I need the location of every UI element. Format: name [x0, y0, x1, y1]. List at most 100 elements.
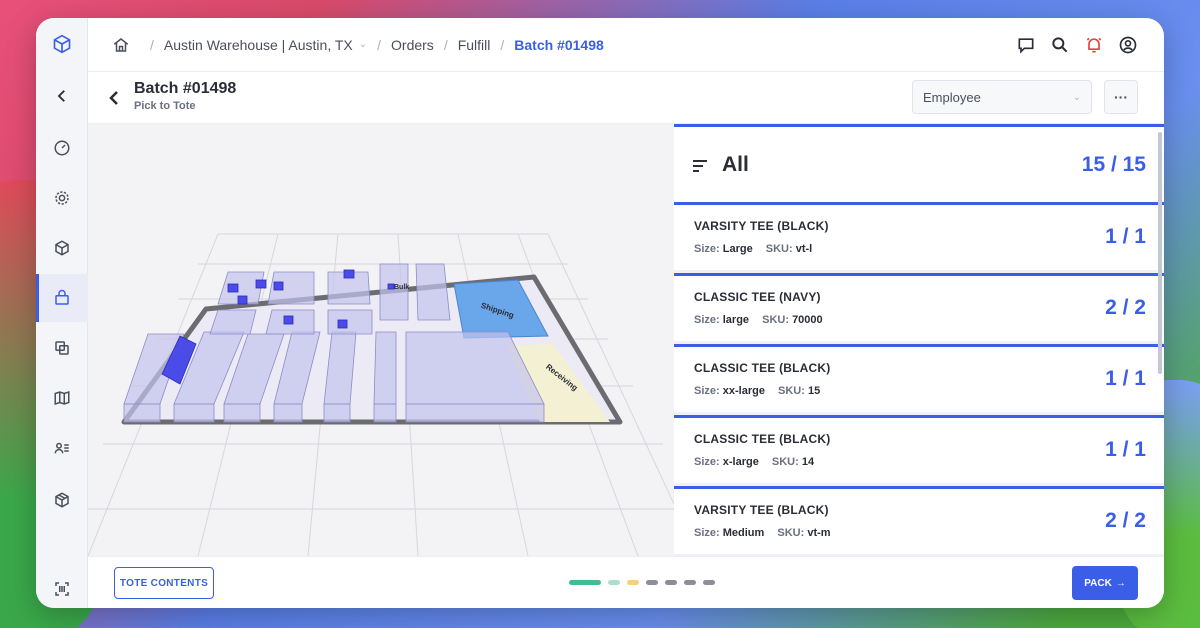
pick-item-meta: Size: Large SKU: vt-l: [694, 243, 822, 255]
sidebar-item-users[interactable]: [36, 424, 88, 472]
sidebar-item-settings[interactable]: [36, 174, 88, 222]
pick-item-size: xx-large: [722, 385, 765, 397]
step-indicator: [627, 580, 639, 585]
pick-item-sku: vt-m: [807, 527, 831, 539]
pick-item-card[interactable]: VARSITY TEE (BLACK) Size: Large SKU: vt-…: [674, 202, 1164, 270]
search-icon[interactable]: [1050, 35, 1070, 55]
pick-item-size: x-large: [722, 456, 759, 468]
sku-key: SKU:: [765, 243, 793, 255]
sku-key: SKU:: [778, 385, 805, 397]
step-indicator: [665, 580, 677, 585]
pick-item-count: 1 / 1: [1105, 225, 1146, 248]
bell-icon[interactable]: [1084, 35, 1104, 55]
pack-button[interactable]: PACK →: [1072, 566, 1138, 600]
bulk-zone-label: Bulk: [394, 284, 409, 291]
pick-item-size: large: [722, 314, 750, 326]
pick-item-card[interactable]: VARSITY TEE (BLACK) Size: Medium SKU: vt…: [674, 486, 1164, 554]
employee-select-value: Employee: [923, 89, 981, 105]
sidebar-item-packages[interactable]: [36, 476, 88, 524]
pick-list-summary[interactable]: All 15 / 15: [674, 124, 1164, 202]
pick-item-count: 1 / 1: [1105, 367, 1146, 390]
pick-item-sku: vt-l: [795, 243, 813, 255]
chat-icon[interactable]: [1016, 35, 1036, 55]
pick-list-total-count: 15 / 15: [1081, 153, 1146, 176]
more-options-button[interactable]: ···: [1104, 80, 1138, 114]
step-indicator: [684, 580, 696, 585]
pick-item-name: VARSITY TEE (BLACK): [694, 219, 829, 233]
arrow-right-icon: →: [1115, 577, 1126, 589]
step-indicator: [608, 580, 620, 585]
size-key: Size:: [694, 243, 720, 255]
pick-list-panel: All 15 / 15 VARSITY TEE (BLACK) Size: La…: [674, 124, 1164, 556]
home-icon[interactable]: [112, 36, 130, 54]
package-icon: [55, 492, 69, 508]
pick-item-size: Medium: [722, 527, 765, 539]
inventory-box-icon: [55, 240, 69, 256]
step-indicator: [646, 580, 658, 585]
app-window: / Austin Warehouse | Austin, TX ⌄ / Orde…: [36, 18, 1164, 608]
size-key: Size:: [694, 527, 720, 539]
pick-item-card[interactable]: CLASSIC TEE (NAVY) Size: large SKU: 7000…: [674, 273, 1164, 341]
fulfill-bag-icon: [55, 289, 69, 305]
pick-item-count: 1 / 1: [1105, 438, 1146, 461]
pick-item-meta: Size: large SKU: 70000: [694, 314, 833, 326]
pick-item-name: VARSITY TEE (BLACK): [694, 503, 829, 517]
page-subtitle: Pick to Tote: [134, 100, 196, 112]
app-logo[interactable]: [36, 18, 88, 70]
breadcrumb-separator: /: [443, 36, 448, 53]
breadcrumb-location[interactable]: Austin Warehouse | Austin, TX: [164, 37, 353, 53]
chevron-left-icon: [57, 90, 65, 102]
pack-button-label: PACK: [1084, 577, 1112, 589]
pick-item-meta: Size: x-large SKU: 14: [694, 456, 824, 468]
sidebar-item-inventory[interactable]: [36, 224, 88, 272]
map-icon: [54, 390, 70, 406]
size-key: Size:: [694, 385, 720, 397]
size-key: Size:: [694, 314, 720, 326]
pick-item-size: Large: [722, 243, 753, 255]
footer-bar: TOTE CONTENTS PACK →: [88, 556, 1164, 608]
filter-lines-icon[interactable]: [692, 159, 708, 173]
pick-list-scrollbar[interactable]: [1158, 132, 1162, 374]
sidebar-collapse-button[interactable]: [36, 72, 88, 120]
sku-key: SKU:: [771, 456, 799, 468]
sidebar-item-fulfill[interactable]: [36, 274, 88, 322]
breadcrumb-separator: /: [377, 36, 382, 53]
warehouse-map-canvas[interactable]: Shipping Receiving Bulk: [88, 124, 674, 556]
sku-key: SKU:: [762, 314, 789, 326]
pick-item-card[interactable]: CLASSIC TEE (BLACK) Size: xx-large SKU: …: [674, 344, 1164, 412]
breadcrumb-orders[interactable]: Orders: [391, 37, 434, 53]
back-arrow-icon[interactable]: [106, 88, 122, 108]
sidebar: [36, 18, 88, 608]
pick-item-meta: Size: Medium SKU: vt-m: [694, 527, 841, 539]
breadcrumb-separator: /: [500, 36, 505, 53]
transfer-icon: [55, 341, 69, 355]
pick-item-name: CLASSIC TEE (BLACK): [694, 432, 831, 446]
sidebar-item-dashboard[interactable]: [36, 124, 88, 172]
breadcrumb-separator: /: [150, 36, 154, 53]
step-indicator: [569, 580, 601, 585]
step-progress: [569, 580, 715, 585]
sidebar-item-map[interactable]: [36, 374, 88, 422]
page-title: Batch #01498: [134, 80, 237, 97]
breadcrumb-fulfill[interactable]: Fulfill: [458, 37, 491, 53]
pick-item-count: 2 / 2: [1105, 296, 1146, 319]
pick-list-filter-label: All: [722, 153, 749, 176]
pick-item-sku: 15: [807, 385, 821, 397]
sidebar-item-transfers[interactable]: [36, 324, 88, 372]
sku-key: SKU:: [777, 527, 805, 539]
chevron-down-icon[interactable]: ⌄: [359, 39, 367, 50]
step-indicator: [703, 580, 715, 585]
page-header: Batch #01498 Pick to Tote Employee ⌄ ···: [88, 72, 1164, 124]
breadcrumb-batch: Batch #01498: [514, 36, 604, 53]
pick-item-card[interactable]: CLASSIC TEE (BLACK) Size: x-large SKU: 1…: [674, 415, 1164, 483]
warehouse-map[interactable]: Shipping Receiving Bulk: [88, 124, 674, 556]
pick-item-sku: 70000: [792, 314, 823, 326]
account-icon[interactable]: [1118, 35, 1138, 55]
pick-item-sku: 14: [801, 456, 815, 468]
employee-select[interactable]: Employee ⌄: [912, 80, 1092, 114]
breadcrumb: / Austin Warehouse | Austin, TX ⌄ / Orde…: [88, 18, 1164, 72]
tote-contents-button[interactable]: TOTE CONTENTS: [114, 567, 214, 599]
settings-icon: [55, 191, 69, 205]
barcode-scan-button[interactable]: [36, 570, 88, 608]
dashboard-icon: [54, 140, 70, 156]
